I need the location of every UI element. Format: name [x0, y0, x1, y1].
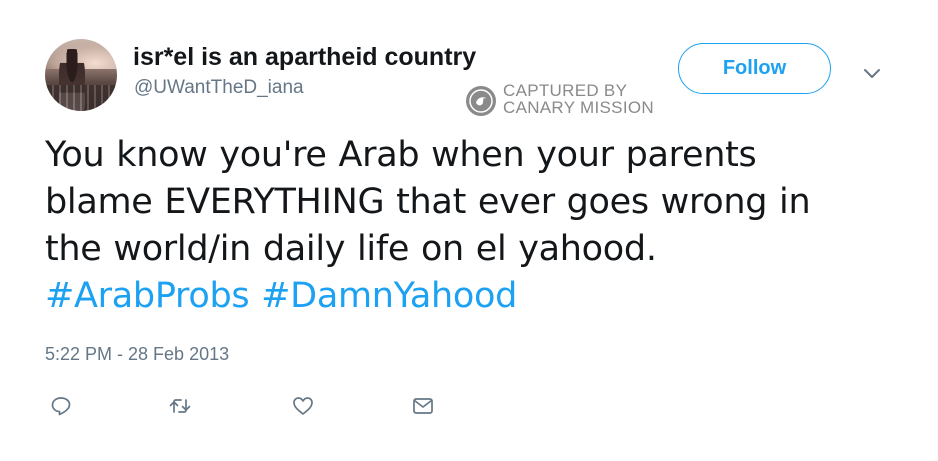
retweet-button[interactable] — [164, 390, 196, 422]
avatar-railing — [45, 85, 117, 111]
tweet-text-line: the world/in daily life on el yahood. — [45, 229, 657, 269]
tweet-text-line: You know you're Arab when your parents — [45, 135, 757, 175]
tweet-text-line: blame EVERYTHING that ever goes wrong in — [45, 182, 811, 222]
tweet-card: isr*el is an apartheid country @UWantThe… — [0, 0, 938, 461]
direct-message-button[interactable] — [407, 390, 439, 422]
tweet-text: You know you're Arab when your parents b… — [45, 132, 905, 320]
canary-bird-icon — [466, 86, 496, 116]
hashtag-arabprobs[interactable]: #ArabProbs — [45, 276, 250, 316]
reply-button[interactable] — [45, 390, 77, 422]
user-handle[interactable]: @UWantTheD_iana — [134, 77, 304, 99]
chevron-down-icon[interactable] — [860, 62, 884, 86]
hashtag-line: #ArabProbs #DamnYahood — [45, 273, 905, 320]
display-name[interactable]: isr*el is an apartheid country — [133, 42, 476, 72]
action-bar — [0, 390, 938, 422]
follow-button[interactable]: Follow — [678, 43, 831, 94]
like-button[interactable] — [287, 390, 319, 422]
avatar[interactable] — [45, 39, 117, 111]
canary-mission-watermark: CAPTURED BY CANARY MISSION — [466, 82, 666, 118]
hashtag-damnyahood[interactable]: #DamnYahood — [261, 276, 517, 316]
watermark-line-2: CANARY MISSION — [503, 98, 654, 117]
tweet-timestamp[interactable]: 5:22 PM - 28 Feb 2013 — [45, 343, 229, 365]
